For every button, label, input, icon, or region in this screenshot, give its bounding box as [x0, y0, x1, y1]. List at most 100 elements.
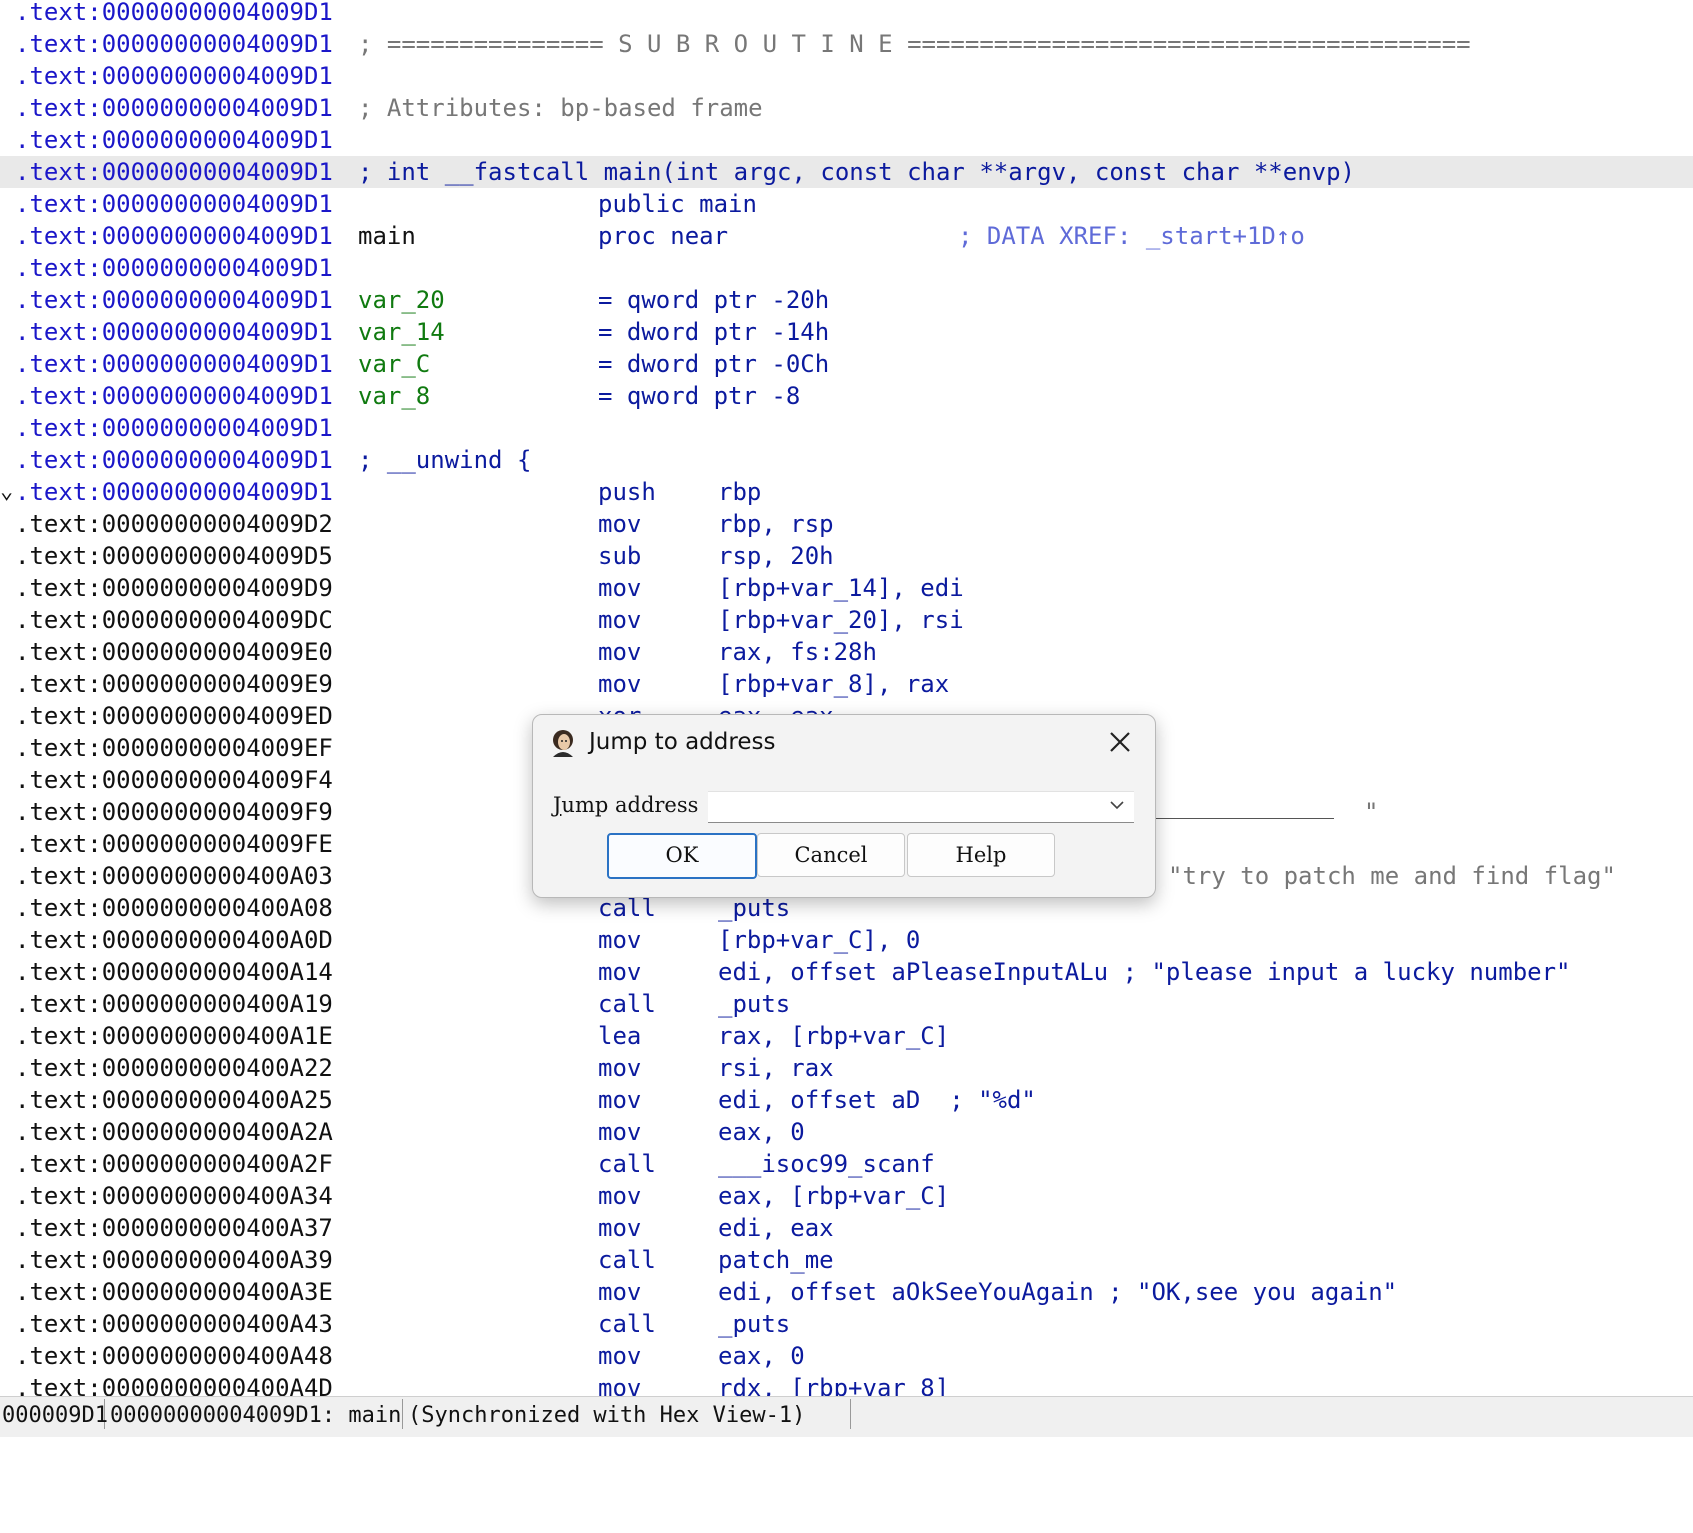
- line-operand: rsp, 20h: [718, 542, 834, 570]
- line-label: ; =============== S U B R O U T I N E ==…: [358, 30, 1471, 58]
- listing-line[interactable]: .text:00000000004009D9 mov [rbp+var_14], e…: [0, 572, 1693, 604]
- listing-line[interactable]: .text:00000000004009D1 ; Attributes: bp-b…: [0, 92, 1693, 124]
- line-address: .text:0000000000400A3E: [15, 1278, 333, 1306]
- line-mnemonic: mov: [598, 926, 642, 954]
- line-label: var_14: [358, 318, 445, 346]
- line-address: .text:0000000000400A22: [15, 1054, 333, 1082]
- line-operand: rax, [rbp+var_C]: [718, 1022, 950, 1050]
- listing-line[interactable]: .text:0000000000400A39 call patch_me: [0, 1244, 1693, 1276]
- collapse-arrow-icon[interactable]: ⌄: [0, 476, 13, 508]
- listing-line[interactable]: .text:00000000004009D1 var_C = dword ptr -…: [0, 348, 1693, 380]
- listing-line[interactable]: .text:00000000004009D1 ; int __fastcall m…: [0, 156, 1693, 188]
- listing-line[interactable]: .text:0000000000400A2F call ___isoc99_scan…: [0, 1148, 1693, 1180]
- line-address: .text:00000000004009E9: [15, 670, 333, 698]
- line-mnemonic: call: [598, 1150, 656, 1178]
- line-label: var_20: [358, 286, 445, 314]
- listing-line[interactable]: .text:00000000004009D1 public main: [0, 188, 1693, 220]
- line-mnemonic: mov: [598, 1278, 642, 1306]
- chevron-down-icon[interactable]: [1108, 796, 1126, 814]
- listing-line[interactable]: .text:0000000000400A0D mov [rbp+var_C], 0: [0, 924, 1693, 956]
- line-address: .text:00000000004009F4: [15, 766, 333, 794]
- line-address: .text:0000000000400A37: [15, 1214, 333, 1242]
- listing-line[interactable]: .text:0000000000400A37 mov edi, eax: [0, 1212, 1693, 1244]
- line-address: .text:0000000000400A25: [15, 1086, 333, 1114]
- listing-line[interactable]: .text:00000000004009D1: [0, 252, 1693, 284]
- line-operand: [rbp+var_8], rax: [718, 670, 950, 698]
- listing-line[interactable]: .text:0000000000400A25 mov edi, offset aD …: [0, 1084, 1693, 1116]
- listing-line[interactable]: .text:00000000004009E9 mov [rbp+var_8], ra…: [0, 668, 1693, 700]
- line-address: .text:00000000004009D1: [15, 318, 333, 346]
- listing-line[interactable]: .text:00000000004009E0 mov rax, fs:28h: [0, 636, 1693, 668]
- line-mnemonic: public main: [598, 190, 757, 218]
- listing-line[interactable]: .text:0000000000400A43 call _puts: [0, 1308, 1693, 1340]
- line-operand: rdx, [rbp+var_8]: [718, 1374, 950, 1396]
- dialog-title: Jump to address: [589, 729, 776, 755]
- jump-to-address-dialog: Jump to address Jump address OK Cancel H…: [532, 714, 1156, 898]
- line-mnemonic: call: [598, 990, 656, 1018]
- help-button[interactable]: Help: [907, 833, 1055, 877]
- line-address: .text:00000000004009D1: [15, 94, 333, 122]
- listing-line[interactable]: .text:00000000004009D1: [0, 124, 1693, 156]
- jump-address-combobox[interactable]: [708, 791, 1134, 823]
- listing-line[interactable]: .text:0000000000400A2A mov eax, 0: [0, 1116, 1693, 1148]
- line-address: .text:00000000004009D1: [15, 0, 333, 26]
- line-mnemonic: call: [598, 1310, 656, 1338]
- line-address: .text:00000000004009E0: [15, 638, 333, 666]
- listing-line[interactable]: .text:00000000004009D2 mov rbp, rsp: [0, 508, 1693, 540]
- line-operand: _puts: [718, 1310, 791, 1338]
- line-address: .text:0000000000400A2A: [15, 1118, 333, 1146]
- listing-line[interactable]: .text:00000000004009DC mov [rbp+var_20], r…: [0, 604, 1693, 636]
- listing-line[interactable]: .text:0000000000400A19 call _puts: [0, 988, 1693, 1020]
- line-mnemonic: = dword ptr -0Ch: [598, 350, 830, 378]
- line-address: .text:0000000000400A19: [15, 990, 333, 1018]
- listing-line[interactable]: .text:00000000004009D1: [0, 0, 1693, 28]
- listing-line[interactable]: .text:0000000000400A14 mov edi, offset aPl…: [0, 956, 1693, 988]
- ok-button[interactable]: OK: [607, 833, 757, 879]
- string-comment: "try to patch me and find flag": [1168, 862, 1616, 890]
- xref-comment[interactable]: ; DATA XREF: _start+1D↑o: [958, 220, 1305, 252]
- line-mnemonic: mov: [598, 1182, 642, 1210]
- line-mnemonic: mov: [598, 670, 642, 698]
- line-mnemonic: mov: [598, 1054, 642, 1082]
- line-mnemonic: proc near: [598, 222, 729, 250]
- jump-address-label: Jump address: [553, 793, 698, 817]
- line-address: .text:0000000000400A0D: [15, 926, 333, 954]
- listing-line[interactable]: .text:00000000004009D1 var_8 = qword ptr -…: [0, 380, 1693, 412]
- line-mnemonic: = qword ptr -20h: [598, 286, 830, 314]
- listing-line[interactable]: .text:0000000000400A22 mov rsi, rax: [0, 1052, 1693, 1084]
- listing-line[interactable]: .text:00000000004009D1: [0, 412, 1693, 444]
- listing-line[interactable]: .text:00000000004009D1 ; __unwind {: [0, 444, 1693, 476]
- line-address: .text:00000000004009D1: [15, 190, 333, 218]
- line-mnemonic: mov: [598, 1086, 642, 1114]
- listing-line[interactable]: .text:0000000000400A4D mov rdx, [rbp+var_8…: [0, 1372, 1693, 1396]
- listing-line[interactable]: ⌄ .text:00000000004009D1 push rbp: [0, 476, 1693, 508]
- listing-line[interactable]: .text:0000000000400A1E lea rax, [rbp+var_C…: [0, 1020, 1693, 1052]
- line-address: .text:0000000000400A4D: [15, 1374, 333, 1396]
- line-address: .text:00000000004009D1: [15, 158, 333, 186]
- line-operand: [rbp+var_20], rsi: [718, 606, 964, 634]
- line-address: .text:00000000004009D1: [15, 478, 333, 506]
- listing-line[interactable]: .text:0000000000400A34 mov eax, [rbp+var_C…: [0, 1180, 1693, 1212]
- line-operand: rbp, rsp: [718, 510, 834, 538]
- listing-line[interactable]: .text:00000000004009D1 var_20 = qword ptr …: [0, 284, 1693, 316]
- cancel-button[interactable]: Cancel: [757, 833, 905, 877]
- listing-line[interactable]: .text:00000000004009D1: [0, 60, 1693, 92]
- listing-line[interactable]: .text:00000000004009D5 sub rsp, 20h: [0, 540, 1693, 572]
- listing-line[interactable]: .text:00000000004009D1 var_14 = dword ptr …: [0, 316, 1693, 348]
- listing-line[interactable]: .text:00000000004009D1 main proc near ; DAT…: [0, 220, 1693, 252]
- line-address: .text:0000000000400A43: [15, 1310, 333, 1338]
- close-button[interactable]: [1103, 725, 1137, 759]
- line-operand: [rbp+var_C], 0: [718, 926, 921, 954]
- listing-line[interactable]: .text:0000000000400A48 mov eax, 0: [0, 1340, 1693, 1372]
- line-operand: eax, 0: [718, 1118, 805, 1146]
- line-address: .text:00000000004009DC: [15, 606, 333, 634]
- line-address: .text:00000000004009FE: [15, 830, 333, 858]
- line-address: .text:00000000004009D1: [15, 126, 333, 154]
- disassembly-listing[interactable]: .text:00000000004009D1 .text:000000000040…: [0, 0, 1693, 1396]
- line-address: .text:00000000004009D1: [15, 446, 333, 474]
- listing-line[interactable]: .text:00000000004009D1 ; =============== …: [0, 28, 1693, 60]
- line-address: .text:00000000004009D1: [15, 222, 333, 250]
- listing-line[interactable]: .text:0000000000400A3E mov edi, offset aOk…: [0, 1276, 1693, 1308]
- line-mnemonic: mov: [598, 958, 642, 986]
- line-operand: rax, fs:28h: [718, 638, 877, 666]
